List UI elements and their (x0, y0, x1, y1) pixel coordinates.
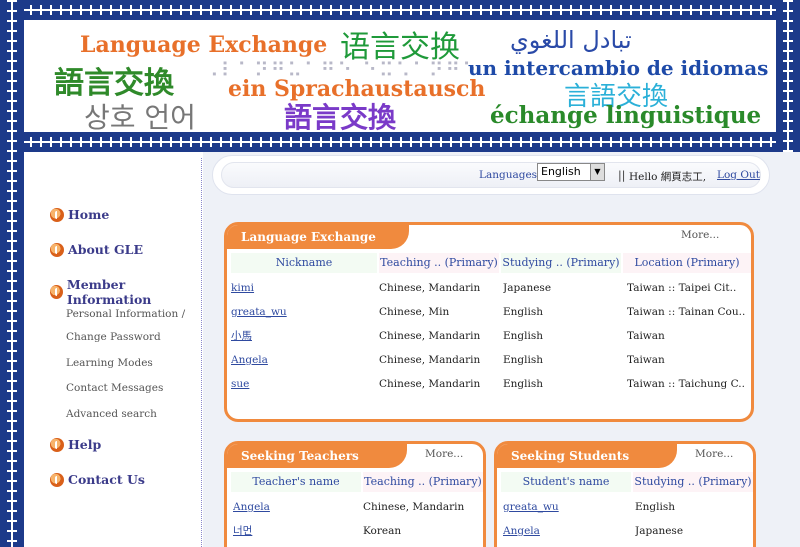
bullet-icon (50, 285, 63, 299)
banner-artwork: Language Exchange 语言交换 تبادل اللغوي 語言交換… (24, 20, 776, 132)
table-row: Angela Chinese, Mandarin English Taiwan (231, 349, 751, 371)
nav-change-password[interactable]: Change Password (66, 331, 161, 343)
logout-link[interactable]: Log Out (717, 169, 760, 181)
sidebar-divider (201, 158, 202, 547)
language-bar: Languages: English ▼ || Hello 網頁志工, Log … (212, 155, 770, 195)
nickname-link[interactable]: kimi (231, 277, 371, 299)
location-cell: Taiwan (627, 330, 665, 342)
nav-help-label: Help (68, 437, 102, 452)
table-row: Angela Japanese (501, 520, 753, 542)
sidebar: Home About GLE Member Information Person… (24, 152, 202, 547)
table-row: greata_wu English (501, 496, 753, 518)
table-header: Nickname Teaching .. (Primary) Studying … (231, 253, 751, 273)
seeking-teachers-panel: Seeking Teachers More... Teacher's name … (224, 441, 486, 547)
panel-title: Seeking Students (497, 444, 677, 468)
nav-learning-modes[interactable]: Learning Modes (66, 357, 153, 369)
studying-cell: English (635, 501, 676, 513)
greek-key-border-top (0, 0, 800, 20)
teacher-name-link[interactable]: 너먼 (233, 520, 357, 542)
right-margin (776, 152, 800, 547)
more-link[interactable]: More... (681, 229, 719, 241)
nav-contact-us[interactable]: Contact Us (50, 472, 145, 487)
column-header: Teaching .. (Primary) (363, 472, 483, 492)
bullet-icon (50, 242, 64, 257)
teaching-cell: Korean (363, 525, 402, 537)
column-header: Teacher's name (231, 472, 361, 492)
nav-personal-information[interactable]: Personal Information / (66, 308, 185, 320)
student-name-link[interactable]: greata_wu (503, 496, 627, 518)
location-cell: Taiwan :: Tainan Cou.. (627, 306, 746, 318)
teaching-cell: Chinese, Mandarin (363, 501, 465, 513)
more-link[interactable]: More... (425, 448, 463, 460)
studying-cell: English (503, 378, 544, 390)
nav-home-label: Home (68, 207, 110, 222)
bullet-icon (50, 207, 64, 222)
nickname-link[interactable]: 小馬 (231, 325, 371, 347)
teaching-cell: Chinese, Mandarin (379, 354, 481, 366)
panel-title: Seeking Teachers (227, 444, 407, 468)
language-select[interactable]: English ▼ (537, 163, 605, 181)
banner-text-korean: 상호 언어 (84, 101, 196, 132)
teaching-cell: Chinese, Mandarin (379, 282, 481, 294)
table-row: kimi Chinese, Mandarin Japanese Taiwan :… (231, 277, 751, 299)
nav-about-label: About GLE (68, 242, 143, 257)
nickname-link[interactable]: Angela (231, 349, 371, 371)
studying-cell: English (503, 306, 544, 318)
language-select-value: English (541, 165, 581, 178)
greek-key-border-left (0, 0, 24, 547)
nav-contact-messages[interactable]: Contact Messages (66, 382, 163, 394)
languages-label: Languages: (479, 169, 541, 181)
nav-member-information-label: Member Information (66, 277, 152, 307)
greek-key-border-right (776, 0, 800, 152)
teacher-name-link[interactable]: Angela (233, 496, 357, 518)
nav-about[interactable]: About GLE (50, 242, 143, 257)
bullet-icon (50, 437, 64, 452)
studying-cell: Japanese (503, 282, 552, 294)
nav-member-information[interactable]: Member Information (50, 277, 202, 307)
column-header: Nickname (231, 253, 377, 273)
column-header: Studying .. (Primary) (633, 472, 753, 492)
teaching-cell: Chinese, Mandarin (379, 378, 481, 390)
banner: Language Exchange 语言交换 تبادل اللغوي 語言交換… (0, 0, 800, 152)
location-cell: Taiwan (627, 354, 665, 366)
studying-cell: Japanese (635, 525, 684, 537)
nickname-link[interactable]: greata_wu (231, 301, 371, 323)
banner-text-french: échange linguistique (490, 102, 762, 129)
banner-text-english: Language Exchange (80, 32, 328, 58)
teaching-cell: Chinese, Min (379, 306, 450, 318)
more-link[interactable]: More... (695, 448, 733, 460)
nav-contact-us-label: Contact Us (68, 472, 145, 487)
table-row: sue Chinese, Mandarin English Taiwan :: … (231, 373, 751, 395)
table-row: greata_wu Chinese, Min English Taiwan ::… (231, 301, 751, 323)
greeting: Hello 網頁志工, (629, 171, 707, 183)
location-cell: Taiwan :: Taichung C.. (627, 378, 745, 390)
column-header: Studying .. (Primary) (501, 253, 621, 273)
banner-text-arabic: تبادل اللغوي (510, 26, 632, 54)
table-header: Teacher's name Teaching .. (Primary) (231, 472, 483, 492)
table-row: 너먼 Korean (231, 520, 483, 542)
table-row: Angela Chinese, Mandarin (231, 496, 483, 518)
nav-home[interactable]: Home (50, 207, 109, 222)
bullet-icon (50, 472, 64, 487)
seeking-students-panel: Seeking Students More... Student's name … (494, 441, 756, 547)
language-exchange-panel: Language Exchange More... Nickname Teach… (224, 222, 754, 422)
column-header: Location (Primary) (623, 253, 751, 273)
table-header: Student's name Studying .. (Primary) (501, 472, 753, 492)
panel-title: Language Exchange (227, 225, 409, 249)
studying-cell: English (503, 354, 544, 366)
column-header: Teaching .. (Primary) (379, 253, 499, 273)
nav-advanced-search[interactable]: Advanced search (66, 408, 157, 420)
location-cell: Taiwan :: Taipei Cit.. (627, 282, 737, 294)
table-row: 小馬 Chinese, Mandarin English Taiwan (231, 325, 751, 347)
chevron-down-icon[interactable]: ▼ (590, 164, 604, 180)
nav-help[interactable]: Help (50, 437, 101, 452)
separator: || (618, 169, 626, 182)
student-name-link[interactable]: Angela (503, 520, 627, 542)
teaching-cell: Chinese, Mandarin (379, 330, 481, 342)
banner-text-chinese-seal: 語言交換 (284, 101, 397, 132)
greek-key-border-bottom (0, 132, 800, 152)
column-header: Student's name (501, 472, 631, 492)
nickname-link[interactable]: sue (231, 373, 371, 395)
studying-cell: English (503, 330, 544, 342)
